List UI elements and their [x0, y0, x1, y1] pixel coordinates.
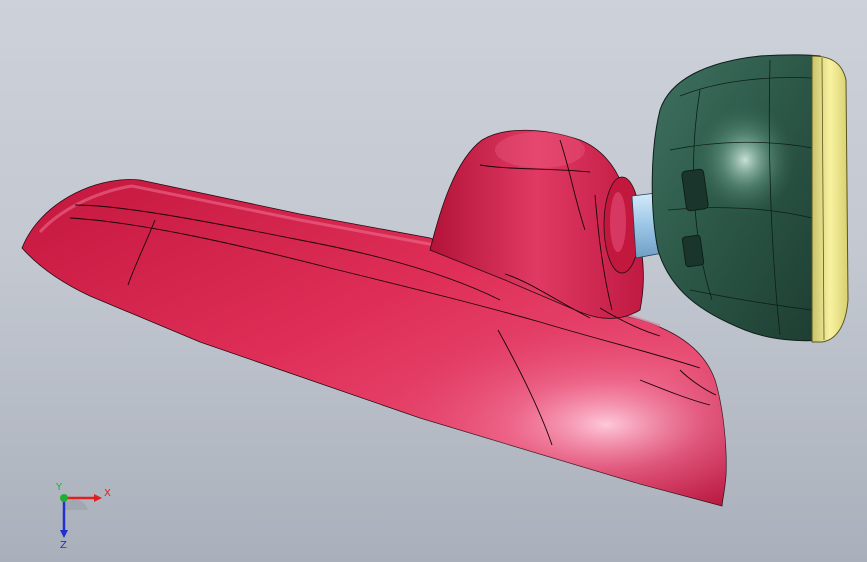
model-scene[interactable] [0, 0, 867, 562]
lens-rim[interactable] [811, 55, 849, 343]
camera-head[interactable] [651, 54, 823, 342]
cad-viewport[interactable]: X Y Z [0, 0, 867, 562]
y-axis-label: Y [55, 482, 63, 493]
y-axis-marker [60, 494, 68, 502]
x-axis-label: X [104, 488, 111, 499]
axis-triad-graphic: X Y Z [55, 482, 111, 551]
axis-triad: X Y Z [48, 480, 118, 551]
z-axis-label: Z [60, 540, 67, 550]
